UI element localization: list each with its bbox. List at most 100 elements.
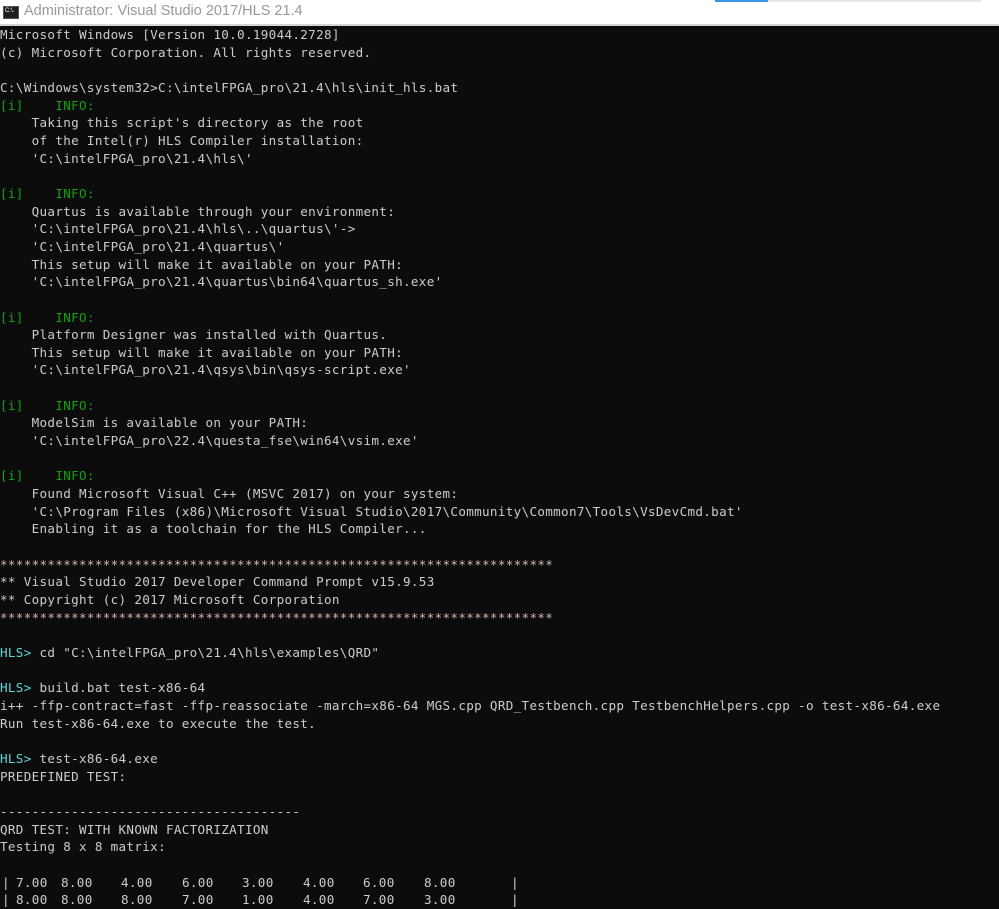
console-line: ** Copyright (c) 2017 Microsoft Corporat… (0, 591, 999, 609)
console-line: QRD TEST: WITH KNOWN FACTORIZATION (0, 821, 999, 839)
console-text: 'C:\Program Files (x86)\Microsoft Visual… (0, 503, 743, 519)
console-line: [i] INFO: (0, 397, 999, 415)
title-bar: C:\. Administrator: Visual Studio 2017/H… (0, 0, 999, 26)
console-line: Microsoft Windows [Version 10.0.19044.27… (0, 26, 999, 44)
matrix-cell: 7.00 (16, 874, 48, 890)
console-line: Testing 8 x 8 matrix: (0, 838, 999, 856)
console-text: Found Microsoft Visual C++ (MSVC 2017) o… (0, 486, 459, 502)
matrix-border-right: | (511, 874, 519, 890)
console-line: (c) Microsoft Corporation. All rights re… (0, 44, 999, 62)
matrix-cell: 1.00 (242, 892, 274, 908)
matrix-cell: 6.00 (363, 874, 395, 890)
console-text: PREDEFINED TEST: (0, 768, 127, 784)
console-text: C:\Windows\system32>C:\intelFPGA_pro\21.… (0, 79, 459, 95)
matrix-cell: 8.00 (16, 892, 48, 908)
matrix-cell: 7.00 (363, 892, 395, 908)
console-text: (c) Microsoft Corporation. All rights re… (0, 44, 372, 60)
matrix-cell: 8.00 (424, 874, 456, 890)
console-text: Enabling it as a toolchain for the HLS C… (0, 521, 427, 537)
console-line: 'C:\intelFPGA_pro\21.4\qsys\bin\qsys-scr… (0, 361, 999, 379)
console-line: 'C:\intelFPGA_pro\21.4\hls\' (0, 150, 999, 168)
console-line: [i] INFO: (0, 185, 999, 203)
console-text: ** Copyright (c) 2017 Microsoft Corporat… (0, 592, 340, 607)
console-text: ****************************************… (0, 556, 554, 572)
matrix-cell: 3.00 (424, 892, 456, 908)
console-line: Found Microsoft Visual C++ (MSVC 2017) o… (0, 485, 999, 503)
console-text: 'C:\intelFPGA_pro\22.4\questa_fse\win64\… (0, 433, 419, 449)
console-line: Taking this script's directory as the ro… (0, 114, 999, 132)
matrix-row: | 8.00 8.00 8.00 7.00 1.00 4.00 7.00 3.00 | (0, 891, 999, 909)
console-text: build.bat test-x86-64 (31, 680, 206, 696)
console-line: Run test-x86-64.exe to execute the test. (0, 715, 999, 733)
console-line: Platform Designer was installed with Qua… (0, 326, 999, 344)
matrix-cell: 7.00 (182, 892, 214, 908)
matrix-border-left: | (2, 874, 10, 890)
matrix-cell: 8.00 (61, 892, 93, 908)
console-text: -------------------------------------- (0, 803, 301, 819)
info-label: [i] INFO: (0, 397, 95, 413)
console-line: 'C:\intelFPGA_pro\21.4\hls\..\quartus\'-… (0, 220, 999, 238)
taskbar-accent (715, 0, 768, 2)
info-label: [i] INFO: (0, 468, 95, 484)
console-line: of the Intel(r) HLS Compiler installatio… (0, 132, 999, 150)
console-line: 'C:\intelFPGA_pro\21.4\quartus\bin64\qua… (0, 273, 999, 291)
prompt-label: HLS> (0, 750, 32, 766)
console-line: PREDEFINED TEST: (0, 768, 999, 786)
console-line: HLS> build.bat test-x86-64 (0, 679, 999, 697)
console-line: Quartus is available through your enviro… (0, 203, 999, 221)
console-text: Microsoft Windows [Version 10.0.19044.27… (0, 27, 340, 42)
console-line: This setup will make it available on you… (0, 344, 999, 362)
console-line: [i] INFO: (0, 467, 999, 485)
console-text: QRD TEST: WITH KNOWN FACTORIZATION (0, 821, 269, 837)
window-title: Administrator: Visual Studio 2017/HLS 21… (24, 3, 303, 19)
console-line: ****************************************… (0, 609, 999, 627)
console-text: i++ -ffp-contract=fast -ffp-reassociate … (0, 697, 941, 713)
console-line: HLS> test-x86-64.exe (0, 750, 999, 768)
console-text: 'C:\intelFPGA_pro\21.4\quartus\' (0, 238, 285, 254)
console-text: 'C:\intelFPGA_pro\21.4\quartus\bin64\qua… (0, 274, 443, 290)
matrix-cell: 8.00 (61, 874, 93, 890)
info-label: [i] INFO: (0, 97, 95, 113)
console-line: 'C:\intelFPGA_pro\22.4\questa_fse\win64\… (0, 432, 999, 450)
taskbar-strip (768, 0, 981, 2)
console-text: of the Intel(r) HLS Compiler installatio… (0, 132, 364, 148)
console-text: ****************************************… (0, 609, 554, 625)
matrix-border-left: | (2, 892, 10, 908)
info-label: [i] INFO: (0, 309, 95, 325)
matrix-cell: 8.00 (121, 892, 153, 908)
console-text: cd "C:\intelFPGA_pro\21.4\hls\examples\Q… (31, 644, 380, 660)
console-text: Quartus is available through your enviro… (0, 203, 396, 219)
console-line: [i] INFO: (0, 97, 999, 115)
console-line: C:\Windows\system32>C:\intelFPGA_pro\21.… (0, 79, 999, 97)
prompt-label: HLS> (0, 680, 32, 696)
console-text: This setup will make it available on you… (0, 344, 404, 360)
prompt-label: HLS> (0, 644, 32, 660)
console-text: Taking this script's directory as the ro… (0, 115, 364, 131)
console-line: Enabling it as a toolchain for the HLS C… (0, 520, 999, 538)
console-line: ****************************************… (0, 556, 999, 574)
console-text: 'C:\intelFPGA_pro\21.4\qsys\bin\qsys-scr… (0, 362, 411, 378)
matrix-cell: 4.00 (303, 892, 335, 908)
console-line: This setup will make it available on you… (0, 256, 999, 274)
console-text: 'C:\intelFPGA_pro\21.4\hls\' (0, 150, 253, 166)
console-line: -------------------------------------- (0, 803, 999, 821)
console-text: test-x86-64.exe (31, 750, 159, 766)
console-line: ** Visual Studio 2017 Developer Command … (0, 573, 999, 591)
console-text: 'C:\intelFPGA_pro\21.4\hls\..\quartus\'-… (0, 221, 356, 237)
console-text: Run test-x86-64.exe to execute the test. (0, 715, 317, 731)
console-text: Platform Designer was installed with Qua… (0, 327, 388, 343)
matrix-cell: 4.00 (303, 874, 335, 890)
console-line: ModelSim is available on your PATH: (0, 414, 999, 432)
cmd-icon: C:\. (3, 6, 19, 19)
console-line: HLS> cd "C:\intelFPGA_pro\21.4\hls\examp… (0, 644, 999, 662)
info-label: [i] INFO: (0, 185, 95, 201)
console-output[interactable]: Microsoft Windows [Version 10.0.19044.27… (0, 26, 999, 909)
